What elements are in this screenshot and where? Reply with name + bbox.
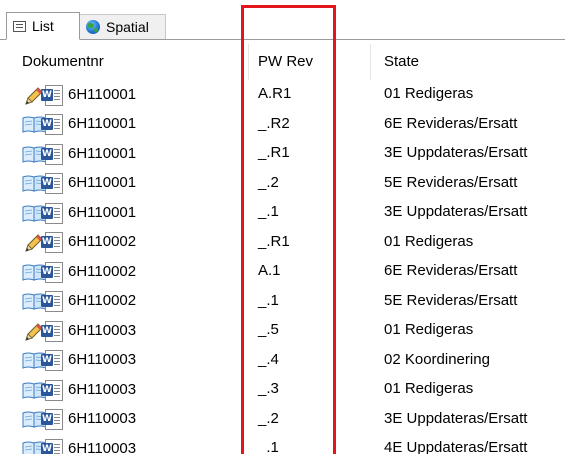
tab-list-label: List — [32, 18, 54, 34]
cell-state: 01 Redigeras — [384, 85, 474, 102]
table-row[interactable]: W 6H110001 A.R1 01 Redigeras — [0, 80, 565, 109]
cell-dokumentnr: W 6H110003 — [22, 316, 136, 345]
table-row[interactable]: W 6H110002 A.1 6E Revideras/Ersatt — [0, 257, 565, 286]
cell-state: 4E Uppdateras/Ersatt — [384, 439, 528, 454]
book-word-icon: W — [22, 408, 66, 430]
table-row[interactable]: W 6H110003 _.4 02 Koordinering — [0, 346, 565, 375]
tab-bar: List Spatial — [0, 0, 565, 40]
cell-dokumentnr: W 6H110001 — [22, 198, 136, 227]
tab-list[interactable]: List — [6, 12, 80, 40]
table-row[interactable]: W 6H110003 _.3 01 Redigeras — [0, 375, 565, 404]
document-grid: Dokumentnr PW Rev State W 6H110001 A.R1 01 … — [0, 40, 565, 454]
cell-state: 6E Revideras/Ersatt — [384, 262, 518, 279]
column-header-dokumentnr[interactable]: Dokumentnr — [22, 40, 104, 80]
cell-pw-rev: _.R1 — [258, 232, 290, 250]
column-divider[interactable] — [370, 44, 371, 80]
column-header-state[interactable]: State — [384, 40, 419, 80]
book-word-icon: W — [22, 113, 66, 135]
cell-pw-rev: _.5 — [258, 321, 279, 338]
tab-spatial[interactable]: Spatial — [80, 14, 166, 39]
document-number: 6H110002 — [68, 262, 137, 280]
table-row[interactable]: W 6H110001 _.R2 6E Revideras/Ersatt — [0, 110, 565, 139]
document-number: 6H110003 — [68, 439, 137, 454]
cell-state: 5E Revideras/Ersatt — [384, 173, 518, 191]
table-row[interactable]: W 6H110003 _.1 4E Uppdateras/Ersatt — [0, 434, 565, 454]
cell-dokumentnr: W 6H110001 — [22, 169, 136, 198]
cell-state: 3E Uppdateras/Ersatt — [384, 203, 528, 220]
table-row[interactable]: W 6H110001 _.R1 3E Uppdateras/Ersatt — [0, 139, 565, 168]
document-number: 6H110003 — [68, 380, 137, 398]
cell-pw-rev: _.R1 — [258, 144, 290, 161]
cell-pw-rev: _.1 — [258, 203, 279, 220]
cell-pw-rev: _.2 — [258, 173, 279, 191]
cell-dokumentnr: W 6H110002 — [22, 228, 136, 257]
cell-dokumentnr: W 6H110003 — [22, 375, 136, 404]
cell-pw-rev: _.2 — [258, 409, 279, 427]
document-number: 6H110002 — [68, 233, 137, 250]
cell-pw-rev: _.R2 — [258, 114, 290, 132]
cell-dokumentnr: W 6H110001 — [22, 139, 136, 168]
document-number: 6H110003 — [68, 321, 137, 339]
document-number: 6H110001 — [68, 174, 137, 191]
column-divider[interactable] — [248, 44, 249, 80]
book-word-icon: W — [22, 202, 66, 224]
pencil-word-icon: W — [22, 84, 66, 106]
cell-pw-rev: A.R1 — [258, 85, 292, 102]
pencil-word-icon: W — [22, 320, 66, 342]
cell-state: 01 Redigeras — [384, 380, 474, 397]
book-word-icon: W — [22, 143, 66, 165]
cell-state: 3E Uppdateras/Ersatt — [384, 409, 528, 427]
book-word-icon: W — [22, 290, 66, 312]
globe-icon — [86, 20, 100, 34]
book-word-icon: W — [22, 379, 66, 401]
table-row[interactable]: W 6H110003 _.5 01 Redigeras — [0, 316, 565, 345]
cell-pw-rev: _.3 — [258, 380, 279, 397]
document-number: 6H110003 — [68, 351, 137, 368]
book-word-icon: W — [22, 261, 66, 283]
cell-state: 5E Revideras/Ersatt — [384, 291, 518, 309]
cell-dokumentnr: W 6H110003 — [22, 405, 136, 434]
tab-spatial-label: Spatial — [106, 19, 149, 35]
table-row[interactable]: W 6H110003 _.2 3E Uppdateras/Ersatt — [0, 405, 565, 434]
book-word-icon: W — [22, 438, 66, 454]
cell-pw-rev: _.1 — [258, 439, 279, 454]
column-header-pw-rev[interactable]: PW Rev — [258, 40, 313, 80]
document-number: 6H110001 — [68, 85, 137, 103]
cell-dokumentnr: W 6H110001 — [22, 110, 136, 139]
pencil-word-icon: W — [22, 231, 66, 253]
grid-header: Dokumentnr PW Rev State — [0, 40, 565, 80]
table-row[interactable]: W 6H110001 _.1 3E Uppdateras/Ersatt — [0, 198, 565, 227]
cell-state: 6E Revideras/Ersatt — [384, 114, 518, 132]
document-number: 6H110003 — [68, 410, 137, 427]
cell-dokumentnr: W 6H110003 — [22, 434, 136, 454]
cell-state: 01 Redigeras — [384, 321, 474, 338]
book-word-icon: W — [22, 172, 66, 194]
cell-dokumentnr: W 6H110002 — [22, 257, 136, 286]
cell-state: 3E Uppdateras/Ersatt — [384, 144, 528, 161]
cell-state: 02 Koordinering — [384, 350, 490, 368]
table-row[interactable]: W 6H110001 _.2 5E Revideras/Ersatt — [0, 169, 565, 198]
cell-dokumentnr: W 6H110002 — [22, 287, 136, 316]
table-row[interactable]: W 6H110002 _.R1 01 Redigeras — [0, 228, 565, 257]
cell-pw-rev: _.1 — [258, 291, 279, 309]
cell-pw-rev: A.1 — [258, 262, 281, 279]
cell-pw-rev: _.4 — [258, 350, 279, 368]
document-number: 6H110001 — [68, 144, 137, 162]
book-word-icon: W — [22, 349, 66, 371]
document-number: 6H110001 — [68, 115, 137, 132]
cell-state: 01 Redigeras — [384, 232, 474, 250]
document-number: 6H110001 — [68, 203, 137, 221]
list-icon — [13, 20, 26, 32]
cell-dokumentnr: W 6H110001 — [22, 80, 136, 109]
table-row[interactable]: W 6H110002 _.1 5E Revideras/Ersatt — [0, 287, 565, 316]
cell-dokumentnr: W 6H110003 — [22, 346, 136, 375]
document-number: 6H110002 — [68, 292, 137, 309]
